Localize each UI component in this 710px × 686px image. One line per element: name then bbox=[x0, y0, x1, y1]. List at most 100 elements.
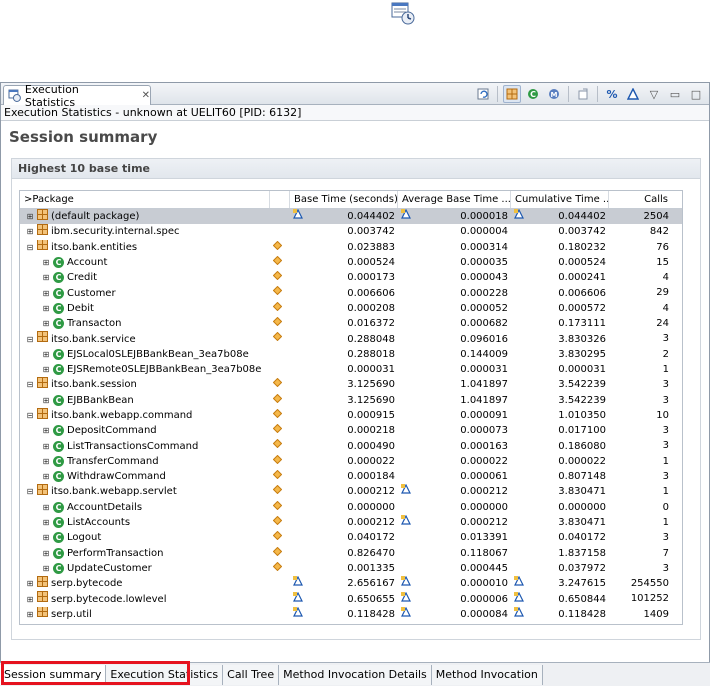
table-row[interactable]: ⊞ serp.bytecode 2.656167 0.000010 3.247615 25… bbox=[20, 576, 682, 591]
expand-icon[interactable]: ⊞ bbox=[42, 316, 50, 331]
refresh-icon[interactable] bbox=[474, 85, 492, 103]
table-row[interactable]: ⊟ itso.bank.entities 0.023883 0.000314 0.180… bbox=[20, 239, 682, 255]
column-header-average-base-time[interactable]: Average Base Time ... bbox=[398, 191, 511, 208]
table-row[interactable]: ⊞ C ListAccounts 0.000212 0.000212 3.830471 1 bbox=[20, 515, 682, 530]
average-base-time-cell-value: 0.000010 bbox=[460, 578, 508, 590]
expand-icon[interactable]: ⊞ bbox=[42, 255, 50, 270]
average-base-time-cell-value: 0.000022 bbox=[460, 455, 508, 467]
expand-icon[interactable]: ⊞ bbox=[42, 423, 50, 438]
expand-icon[interactable]: ⊞ bbox=[42, 469, 50, 484]
expand-icon[interactable]: ⊞ bbox=[42, 500, 50, 515]
tab-method-invocation[interactable]: Method Invocation bbox=[431, 664, 543, 685]
package-cell: ⊞ C Transacton bbox=[20, 316, 270, 331]
expand-icon[interactable]: ⊞ bbox=[26, 209, 34, 224]
table-row[interactable]: ⊞ (default package) 0.044402 0.000018 0.0444… bbox=[20, 209, 682, 225]
method-level-icon[interactable]: M bbox=[545, 85, 563, 103]
average-base-time-cell: 0.000000 bbox=[398, 500, 511, 515]
expand-icon[interactable]: ⊞ bbox=[26, 224, 34, 239]
expand-icon[interactable]: ⊞ bbox=[42, 347, 50, 362]
tab-call-tree[interactable]: Call Tree bbox=[223, 664, 280, 685]
table-row[interactable]: ⊞ C Debit 0.000208 0.000052 0.000572 4 bbox=[20, 301, 682, 316]
table-row[interactable]: ⊞ C Customer 0.006606 0.000228 0.006606 29 bbox=[20, 285, 682, 300]
maximize-icon[interactable]: □ bbox=[687, 85, 705, 103]
package-cell: ⊟ itso.bank.webapp.command bbox=[20, 407, 270, 423]
expand-icon[interactable]: ⊞ bbox=[42, 286, 50, 301]
column-header-delta[interactable] bbox=[270, 191, 290, 208]
table-row[interactable]: ⊞ serp.util 0.118428 0.000084 0.118428 1409 bbox=[20, 606, 682, 622]
table-row[interactable]: ⊞ C EJBBankBean 3.125690 1.041897 3.542239 3 bbox=[20, 393, 682, 408]
table-row[interactable]: ⊞ C AccountDetails 0.000000 0.000000 0.000000… bbox=[20, 500, 682, 515]
percentage-icon[interactable]: % bbox=[603, 85, 621, 103]
view-tab-execution-statistics[interactable]: Execution Statistics ✕ bbox=[3, 83, 151, 109]
table-row[interactable]: ⊞ C WithdrawCommand 0.000184 0.000061 0.80714… bbox=[20, 469, 682, 484]
expand-icon[interactable]: ⊞ bbox=[42, 561, 50, 576]
table-row[interactable]: ⊞ ibm.security.internal.spec 0.003742 0.000… bbox=[20, 224, 682, 239]
table-row[interactable]: ⊞ C TransferCommand 0.000022 0.000022 0.00002… bbox=[20, 454, 682, 469]
tab-execution-statistics[interactable]: Execution Statistics bbox=[106, 664, 224, 685]
package-icon bbox=[37, 407, 48, 423]
collapse-icon[interactable]: ⊟ bbox=[26, 408, 34, 423]
expand-icon[interactable]: ⊞ bbox=[26, 576, 34, 591]
collapse-icon[interactable]: ⊟ bbox=[26, 240, 34, 255]
table-row[interactable]: ⊞ C EJSRemote0SLEJBBankBean_3ea7b08e 0.0000… bbox=[20, 362, 682, 377]
calls-cell: 1 bbox=[662, 486, 669, 498]
open-source-icon[interactable] bbox=[574, 85, 592, 103]
table-row[interactable]: ⊞ C Transacton 0.016372 0.000682 0.173111 24 bbox=[20, 316, 682, 331]
table-row[interactable]: ⊟ itso.bank.webapp.command 0.000915 0.00009… bbox=[20, 407, 682, 423]
expand-icon[interactable]: ⊞ bbox=[42, 362, 50, 377]
close-icon[interactable]: ✕ bbox=[142, 90, 150, 101]
expand-icon[interactable]: ⊞ bbox=[26, 592, 34, 607]
delta-icon[interactable] bbox=[624, 85, 642, 103]
expand-icon[interactable]: ⊞ bbox=[42, 393, 50, 408]
expand-icon[interactable]: ⊞ bbox=[42, 530, 50, 545]
expand-icon[interactable]: ⊞ bbox=[42, 546, 50, 561]
base-time-cell-value: 0.288048 bbox=[347, 333, 395, 345]
minimize-icon[interactable]: ▭ bbox=[666, 85, 684, 103]
average-base-time-cell: 1.041897 bbox=[398, 393, 511, 408]
table-row[interactable]: ⊞ C PerformTransaction 0.826470 0.118067 1.83… bbox=[20, 546, 682, 561]
table-body: ⊞ (default package) 0.044402 0.000018 0.0444… bbox=[20, 209, 682, 622]
column-header-package[interactable]: >Package bbox=[20, 191, 270, 208]
expand-icon[interactable]: ⊞ bbox=[42, 454, 50, 469]
expand-icon[interactable]: ⊞ bbox=[42, 439, 50, 454]
table-row[interactable]: ⊟ itso.bank.service 0.288048 0.096016 3.8303… bbox=[20, 331, 682, 346]
tab-method-invocation-details[interactable]: Method Invocation Details bbox=[279, 664, 432, 685]
average-base-time-cell-value: 0.000682 bbox=[460, 318, 508, 330]
package-name: DepositCommand bbox=[67, 425, 157, 437]
class-level-icon[interactable]: C bbox=[524, 85, 542, 103]
package-level-icon[interactable] bbox=[503, 85, 521, 103]
expand-icon[interactable]: ⊞ bbox=[42, 301, 50, 316]
table-row[interactable]: ⊞ C DepositCommand 0.000218 0.000073 0.017100… bbox=[20, 423, 682, 438]
table-row[interactable]: ⊟ itso.bank.webapp.servlet 0.000212 0.00021… bbox=[20, 484, 682, 499]
average-base-time-cell: 0.000084 bbox=[398, 606, 511, 622]
expand-icon[interactable]: ⊞ bbox=[42, 270, 50, 285]
table-row[interactable]: ⊞ C ListTransactionsCommand 0.000490 0.00016… bbox=[20, 438, 682, 453]
cumulative-time-cell-value: 0.000572 bbox=[558, 302, 606, 314]
delta-cell bbox=[270, 377, 290, 392]
base-time-cell: 0.000208 bbox=[290, 301, 398, 316]
delta-cell bbox=[270, 270, 290, 285]
table-row[interactable]: ⊞ C UpdateCustomer 0.001335 0.000445 0.037972… bbox=[20, 561, 682, 576]
delta-icon bbox=[514, 591, 524, 607]
collapse-icon[interactable]: ⊟ bbox=[26, 377, 34, 392]
column-header-base-time[interactable]: Base Time (seconds) bbox=[290, 191, 398, 208]
collapse-icon[interactable]: ⊟ bbox=[26, 484, 34, 499]
view-menu-icon[interactable]: ▽ bbox=[645, 85, 663, 103]
column-header-calls[interactable]: Calls bbox=[609, 191, 672, 208]
package-cell: ⊞ C Logout bbox=[20, 530, 270, 545]
expand-icon[interactable]: ⊞ bbox=[42, 515, 50, 530]
base-time-cell-value: 0.000915 bbox=[347, 410, 395, 421]
calls-cell: 3 bbox=[662, 379, 669, 391]
table-row[interactable]: ⊞ C Credit 0.000173 0.000043 0.000241 4 bbox=[20, 270, 682, 285]
table-row[interactable]: ⊞ C EJSLocal0SLEJBBankBean_3ea7b08e 0.28801… bbox=[20, 347, 682, 362]
tab-session-summary[interactable]: Session summary bbox=[0, 664, 107, 685]
expand-icon[interactable]: ⊞ bbox=[26, 607, 34, 622]
table-row[interactable]: ⊞ C Logout 0.040172 0.013391 0.040172 3 bbox=[20, 530, 682, 545]
table-row[interactable]: ⊟ itso.bank.session 3.125690 1.041897 3.5422… bbox=[20, 377, 682, 392]
table-row[interactable]: ⊞ serp.bytecode.lowlevel 0.650655 0.000006 0… bbox=[20, 591, 682, 606]
table-row[interactable]: ⊞ C Account 0.000524 0.000035 0.000524 15 bbox=[20, 255, 682, 270]
base-time-cell: 0.000212 bbox=[290, 515, 398, 530]
collapse-icon[interactable]: ⊟ bbox=[26, 332, 34, 347]
package-cell: ⊞ C Debit bbox=[20, 301, 270, 316]
column-header-cumulative-time[interactable]: Cumulative Time ... bbox=[511, 191, 609, 208]
